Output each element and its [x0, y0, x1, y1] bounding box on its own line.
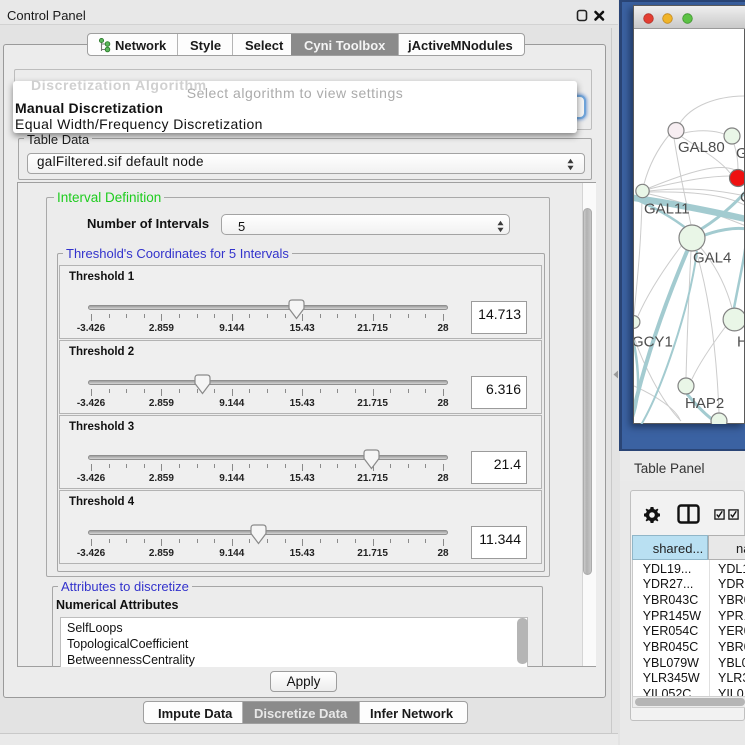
svg-text:C: C: [740, 189, 744, 206]
svg-text:HAP2: HAP2: [685, 395, 724, 412]
svg-text:GAL4: GAL4: [693, 250, 731, 267]
svg-text:GAL80: GAL80: [678, 139, 725, 156]
svg-text:GAL11: GAL11: [644, 201, 690, 218]
svg-text:H: H: [737, 334, 744, 351]
svg-text:GA: GA: [736, 145, 744, 162]
svg-text:GCY1: GCY1: [634, 334, 673, 351]
